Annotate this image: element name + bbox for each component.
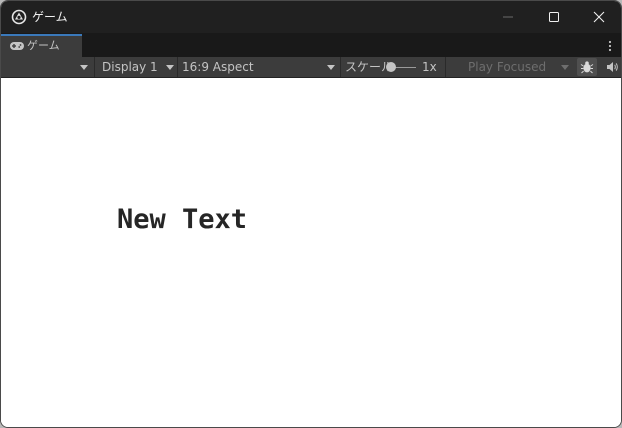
title-bar[interactable]: ゲーム [1, 1, 621, 33]
display-dropdown[interactable]: Display 1 [95, 57, 177, 77]
tab-game[interactable]: ゲーム [1, 34, 82, 57]
game-view-dropdown[interactable] [1, 57, 93, 77]
stats-button[interactable] [577, 58, 597, 76]
minimize-button[interactable] [485, 1, 531, 33]
close-icon [593, 11, 605, 23]
close-button[interactable] [576, 1, 621, 33]
maximize-icon [549, 12, 559, 22]
speaker-icon [606, 62, 618, 72]
chevron-down-icon [561, 65, 569, 70]
game-text-label: New Text [117, 204, 248, 235]
tab-strip: ゲーム [1, 33, 621, 57]
aspect-dropdown[interactable]: 16:9 Aspect [178, 57, 339, 77]
bug-icon [580, 61, 594, 74]
window-title: ゲーム [32, 10, 68, 24]
scale-slider-handle[interactable] [386, 62, 396, 72]
mute-audio-button[interactable] [603, 59, 621, 75]
toolbar-divider [340, 57, 341, 77]
play-mode-label: Play Focused [468, 60, 547, 74]
chevron-down-icon [327, 65, 335, 70]
maximize-button[interactable] [531, 1, 577, 33]
chevron-down-icon [166, 65, 174, 70]
kebab-menu-icon[interactable] [605, 38, 615, 52]
unity-logo-icon [11, 9, 27, 25]
minimize-icon [503, 16, 513, 18]
play-mode-dropdown[interactable]: Play Focused [446, 57, 573, 77]
game-view[interactable]: New Text [1, 78, 621, 427]
chevron-down-icon [80, 65, 88, 70]
scale-value: 1x [422, 60, 437, 74]
aspect-label: 16:9 Aspect [182, 60, 254, 74]
game-window: ゲーム ゲーム Display 1 16:9 Aspect スケール 1x Pl… [0, 0, 622, 428]
game-toolbar: Display 1 16:9 Aspect スケール 1x Play Focus… [1, 57, 621, 78]
gamepad-icon [9, 41, 25, 51]
display-label: Display 1 [102, 60, 158, 74]
tab-game-label: ゲーム [27, 39, 60, 52]
